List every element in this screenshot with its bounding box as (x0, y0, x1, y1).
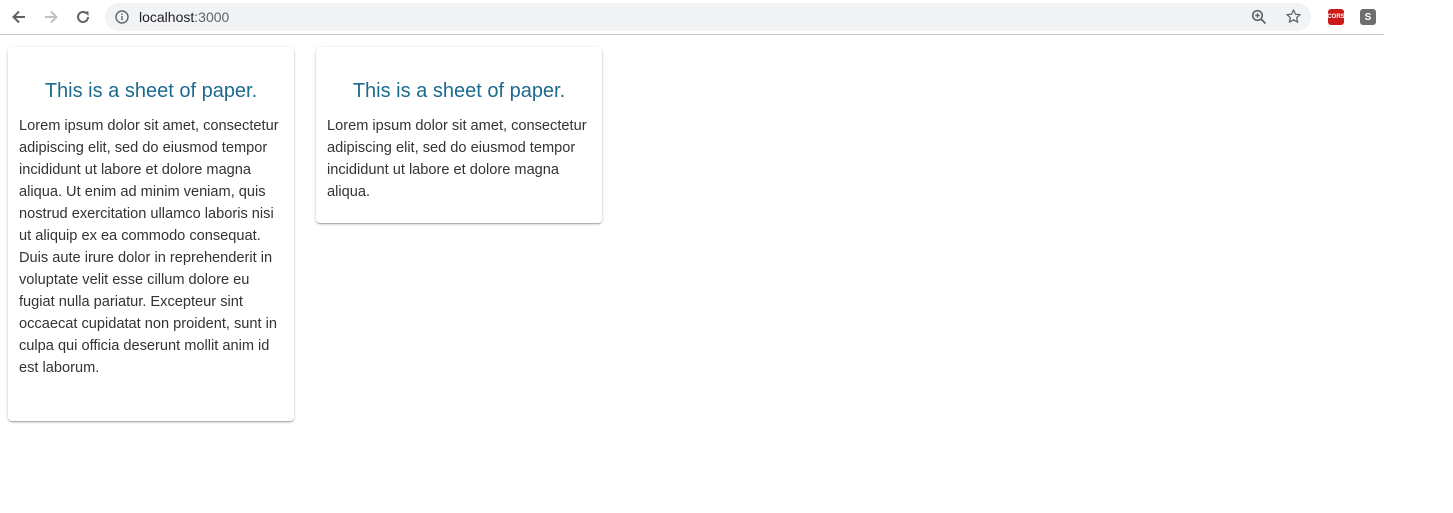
cors-extension-icon[interactable]: CORS (1327, 9, 1345, 25)
url-host: localhost (139, 9, 195, 25)
paper-body: Lorem ipsum dolor sit amet, consectetur … (327, 118, 587, 200)
browser-toolbar: localhost:3000 CORS S (0, 0, 1384, 35)
paper-card: This is a sheet of paper. Lorem ipsum do… (316, 47, 602, 223)
back-button[interactable] (7, 5, 31, 29)
zoom-icon[interactable] (1251, 9, 1267, 25)
paper-heading: This is a sheet of paper. (44, 80, 258, 102)
paper-card: This is a sheet of paper. Lorem ipsum do… (8, 47, 294, 421)
s-extension-icon[interactable]: S (1360, 9, 1376, 25)
forward-button[interactable] (39, 5, 63, 29)
paper-body: Lorem ipsum dolor sit amet, consectetur … (19, 118, 279, 376)
paper-heading: This is a sheet of paper. (352, 80, 566, 102)
info-icon[interactable] (115, 10, 129, 24)
url-port: :3000 (194, 9, 230, 25)
reload-button[interactable] (71, 5, 95, 29)
forward-arrow-icon (45, 10, 58, 24)
url-text[interactable]: localhost:3000 (139, 9, 229, 25)
reload-icon (77, 10, 89, 23)
bookmark-star-icon[interactable] (1285, 8, 1302, 25)
address-bar[interactable]: localhost:3000 (105, 3, 1311, 31)
back-arrow-icon (12, 10, 25, 24)
